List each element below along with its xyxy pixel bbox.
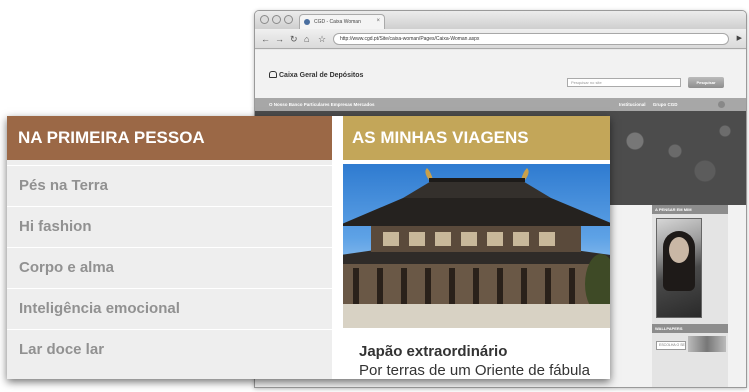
- side-heading-2: WALLPAPERS: [652, 324, 728, 333]
- wallpaper-thumbnail[interactable]: [688, 336, 726, 352]
- side-heading-1: A PENSAR EM MIM: [652, 205, 728, 214]
- cgd-logo-icon: [269, 71, 277, 78]
- magazine-cover-image[interactable]: [656, 218, 702, 318]
- site-side-column: A PENSAR EM MIM WALLPAPERS ESCOLHA O SEU: [652, 205, 728, 387]
- stage: CGD - Caixa Woman × ← → ↻ ⌂ ☆ http://www…: [0, 0, 749, 392]
- cgd-logo[interactable]: Caixa Geral de Depósitos: [269, 71, 363, 79]
- tab-title: CGD - Caixa Woman: [314, 19, 361, 25]
- forward-arrow-icon[interactable]: →: [275, 34, 284, 44]
- close-tab-icon[interactable]: ×: [376, 18, 380, 24]
- star-icon[interactable]: ☆: [318, 34, 326, 44]
- feature-panel: NA PRIMEIRA PESSOA Pés na Terra Hi fashi…: [7, 116, 610, 379]
- menu-item-inteligencia-emocional[interactable]: Inteligência emocional: [7, 288, 332, 327]
- favicon-icon: [304, 19, 310, 25]
- site-nav-left[interactable]: O Nosso Banco Particulares Empresas Merc…: [269, 98, 375, 111]
- site-nav-bar: O Nosso Banco Particulares Empresas Merc…: [255, 98, 746, 111]
- wallpaper-select[interactable]: ESCOLHA O SEU: [656, 341, 686, 350]
- address-bar[interactable]: http://www.cgd.pt/Site/caixa-woman/Pages…: [333, 33, 729, 45]
- left-column: NA PRIMEIRA PESSOA Pés na Terra Hi fashi…: [7, 116, 332, 379]
- site-nav-grupo[interactable]: Grupo CGD: [653, 102, 678, 107]
- site-nav-circle-icon[interactable]: [718, 101, 725, 108]
- menu-item-corpo-e-alma[interactable]: Corpo e alma: [7, 247, 332, 286]
- browser-titlebar: CGD - Caixa Woman ×: [255, 11, 746, 29]
- menu-item-hi-fashion[interactable]: Hi fashion: [7, 206, 332, 245]
- menu-item-lar-doce-lar[interactable]: Lar doce lar: [7, 329, 332, 368]
- article-subtitle: Por terras de um Oriente de fábula: [359, 362, 590, 379]
- site-search-button[interactable]: Pesquisar: [688, 77, 724, 88]
- close-window-button[interactable]: [260, 15, 269, 24]
- menu-item-pes-na-terra[interactable]: Pés na Terra: [7, 165, 332, 204]
- home-icon[interactable]: ⌂: [304, 34, 309, 44]
- temple-photo[interactable]: [343, 164, 610, 328]
- zoom-window-button[interactable]: [284, 15, 293, 24]
- cgd-logo-text: Caixa Geral de Depósitos: [279, 72, 364, 79]
- right-column: AS MINHAS VIAGENS Japão extraordinário P…: [343, 116, 610, 379]
- left-heading: NA PRIMEIRA PESSOA: [7, 116, 332, 160]
- browser-tab[interactable]: CGD - Caixa Woman ×: [299, 14, 385, 29]
- back-arrow-icon[interactable]: ←: [261, 34, 270, 44]
- temple-illustration: [343, 168, 610, 328]
- cover-face: [669, 237, 689, 263]
- site-nav-institucional[interactable]: Institucional: [619, 102, 646, 107]
- browser-toolbar: ← → ↻ ⌂ ☆ http://www.cgd.pt/Site/caixa-w…: [255, 29, 746, 49]
- reload-icon[interactable]: ↻: [290, 34, 298, 44]
- site-nav-right: Institucional Grupo CGD: [613, 98, 678, 111]
- article-title[interactable]: Japão extraordinário: [359, 343, 507, 360]
- site-search-input[interactable]: Pesquisar no site: [567, 78, 681, 87]
- right-heading: AS MINHAS VIAGENS: [343, 116, 610, 160]
- minimize-window-button[interactable]: [272, 15, 281, 24]
- menu-arrow-icon[interactable]: ▶: [737, 34, 742, 42]
